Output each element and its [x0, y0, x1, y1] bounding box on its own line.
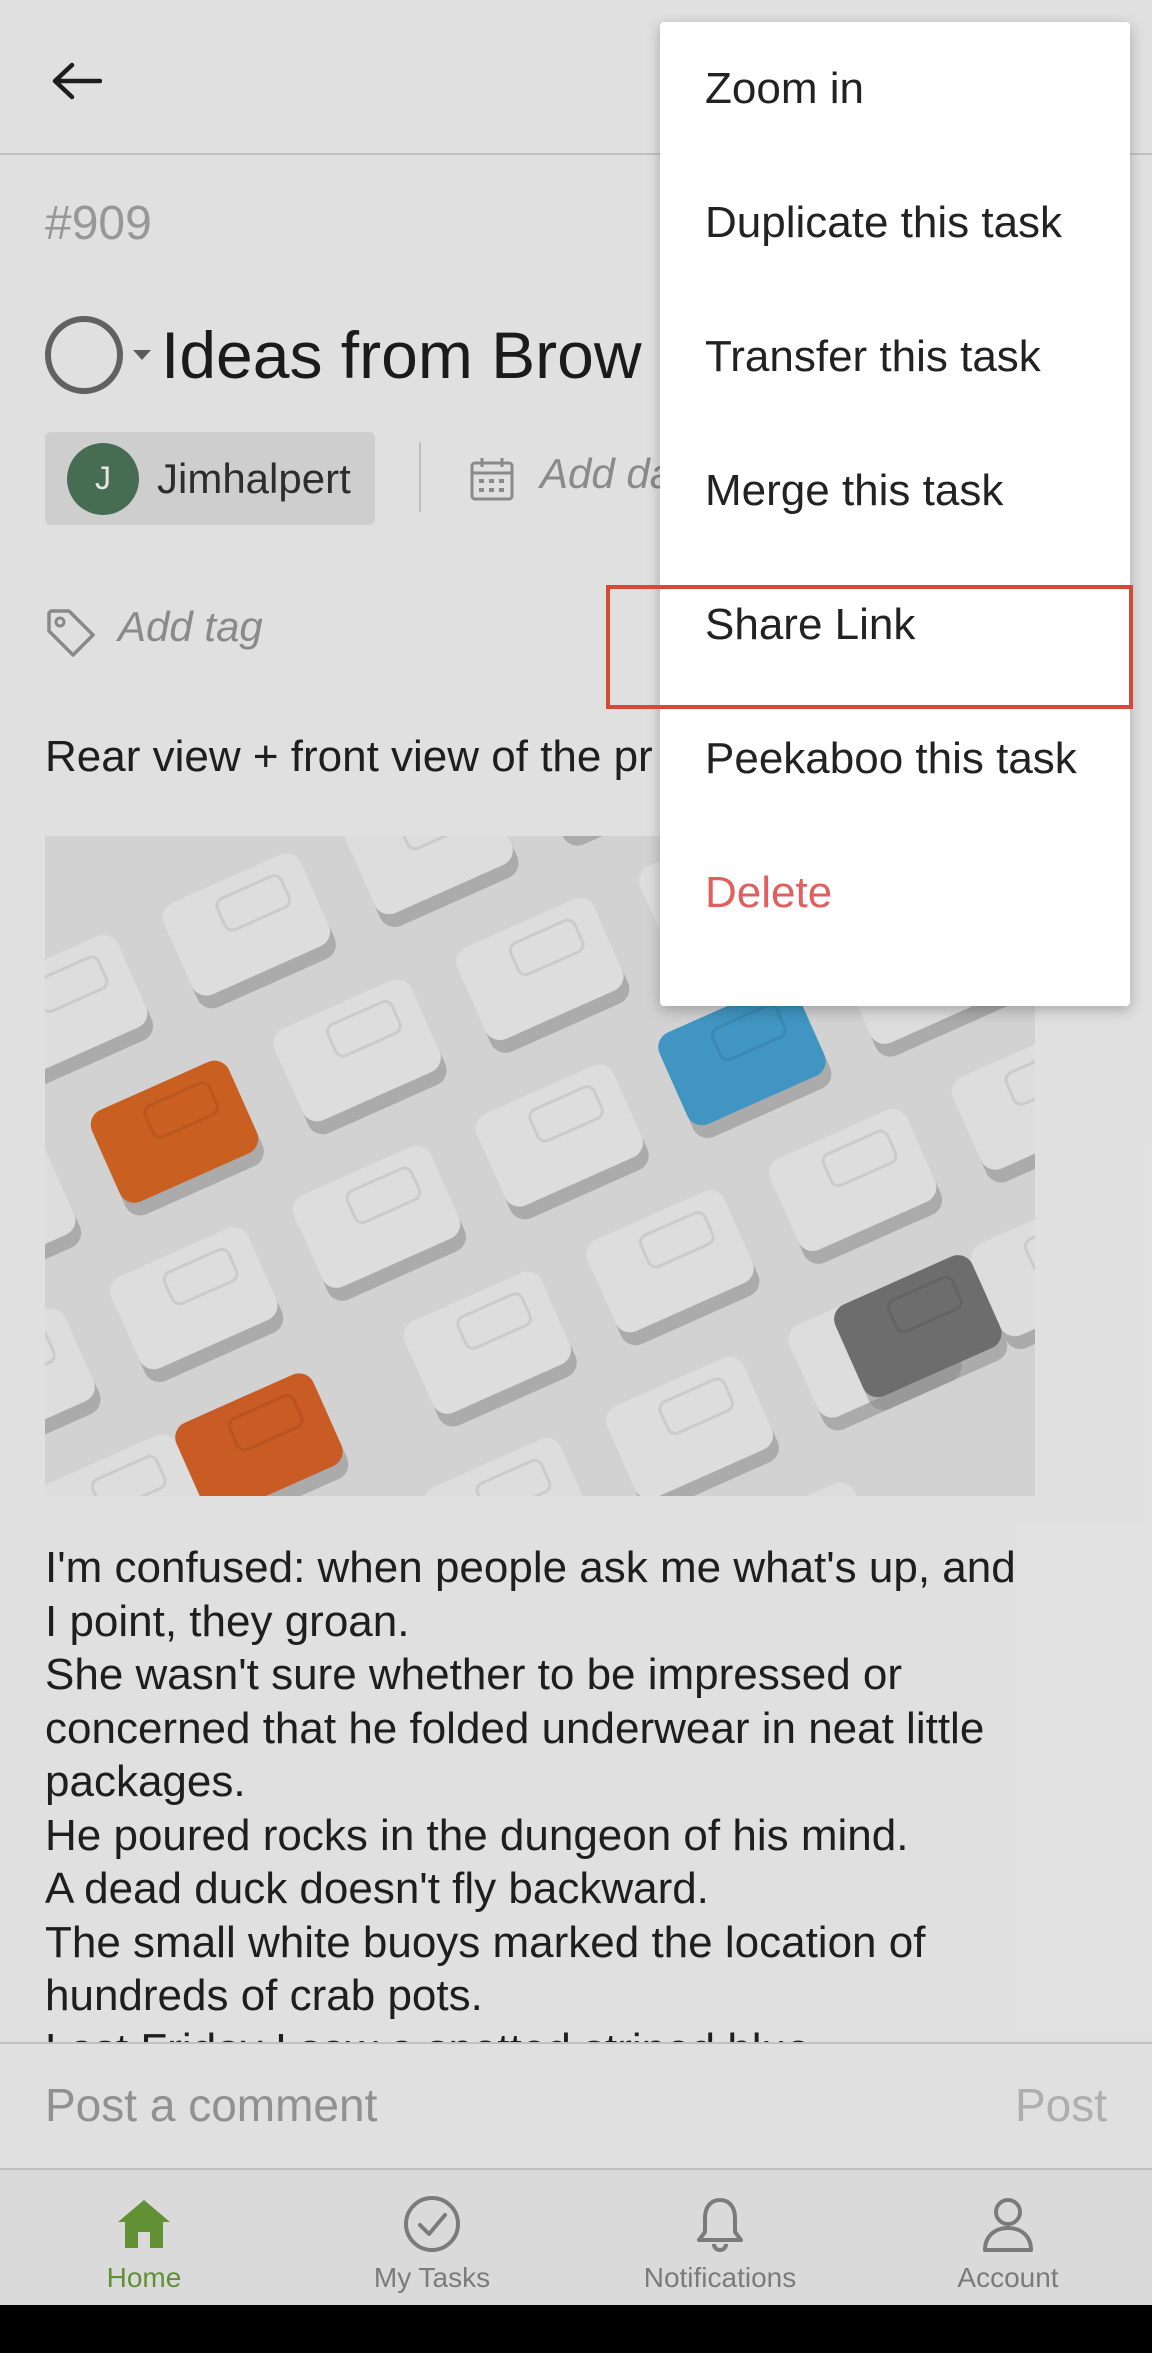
menu-item-duplicate[interactable]: Duplicate this task: [660, 156, 1130, 290]
overflow-menu: Zoom in Duplicate this task Transfer thi…: [660, 22, 1130, 1006]
menu-item-peekaboo[interactable]: Peekaboo this task: [660, 692, 1130, 826]
system-nav-bar: [0, 2305, 1152, 2353]
menu-item-transfer[interactable]: Transfer this task: [660, 290, 1130, 424]
task-detail-screen: #909 Ideas from Brow J Jimhalpert Add da…: [0, 0, 1152, 2305]
menu-item-zoom-in[interactable]: Zoom in: [660, 22, 1130, 156]
share-link-highlight: [606, 585, 1133, 709]
menu-item-merge[interactable]: Merge this task: [660, 424, 1130, 558]
menu-item-delete[interactable]: Delete: [660, 826, 1130, 960]
